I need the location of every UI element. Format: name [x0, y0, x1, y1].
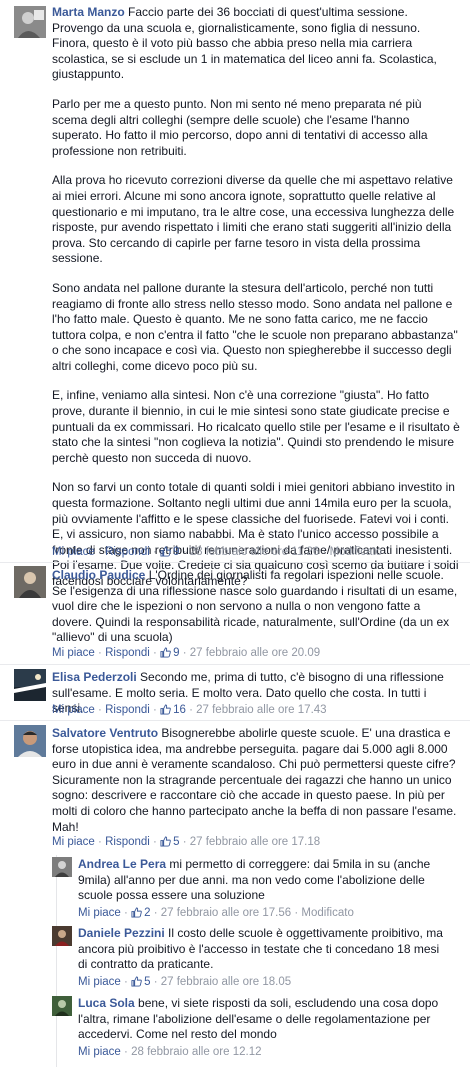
thumbs-up-icon — [160, 836, 171, 847]
comment-actions: Mi piace · Rispondi · 5 · 27 febbraio al… — [52, 836, 321, 848]
divider — [0, 664, 470, 665]
thumbs-up-icon — [131, 907, 142, 918]
timestamp[interactable]: 27 febbraio alle ore 17.43 — [196, 704, 326, 716]
comment-thread: Marta Manzo Faccio parte dei 36 bocciati… — [0, 0, 470, 1067]
author-name[interactable]: Salvatore Ventruto — [52, 726, 158, 740]
like-button[interactable]: Mi piace — [52, 647, 95, 659]
timestamp[interactable]: 27 febbraio alle ore 18.05 — [161, 976, 291, 988]
divider — [0, 562, 470, 563]
comment-actions: Mi piace · Rispondi · 9 · 28 febbraio al… — [52, 546, 382, 558]
thumbs-up-icon — [160, 704, 171, 715]
comment-paragraph: Salvatore Ventruto Bisognerebbe abolirle… — [52, 726, 460, 835]
avatar[interactable] — [52, 857, 72, 877]
like-button[interactable]: Mi piace — [78, 1046, 121, 1058]
like-count[interactable]: 9 — [160, 647, 179, 659]
comment-body: Salvatore Ventruto Bisognerebbe abolirle… — [52, 726, 460, 835]
like-button[interactable]: Mi piace — [78, 976, 121, 988]
divider — [0, 720, 470, 721]
comment-body: Claudio Paudice L'Ordine dei giornalisti… — [52, 568, 460, 646]
reply-button[interactable]: Rispondi — [105, 836, 150, 848]
reply-button[interactable]: Rispondi — [105, 704, 150, 716]
timestamp[interactable]: 28 febbraio alle ore 12.12 — [131, 1046, 261, 1058]
reply-paragraph: Luca Sola bene, vi siete risposti da sol… — [78, 996, 448, 1043]
reply-body: Andrea Le Pera mi permetto di correggere… — [78, 857, 448, 904]
author-name[interactable]: Claudio Paudice — [52, 568, 145, 582]
reply-button[interactable]: Rispondi — [105, 546, 150, 558]
comment-paragraph: Alla prova ho ricevuto correzioni divers… — [52, 173, 455, 266]
comment-actions: Mi piace · Rispondi · 9 · 27 febbraio al… — [52, 647, 321, 659]
avatar[interactable] — [14, 566, 46, 598]
reply-actions: Mi piace · 2 · 27 febbraio alle ore 17.5… — [78, 907, 354, 919]
reply-body: Luca Sola bene, vi siete risposti da sol… — [78, 996, 448, 1043]
comment-paragraph: E, infine, veniamo alla sintesi. Non c'è… — [52, 388, 460, 465]
author-name[interactable]: Andrea Le Pera — [78, 857, 166, 871]
like-count[interactable]: 16 — [160, 704, 186, 716]
thumbs-up-icon — [160, 546, 171, 557]
reply-button[interactable]: Rispondi — [105, 647, 150, 659]
author-name[interactable]: Daniele Pezzini — [78, 926, 165, 940]
reply-paragraph: Daniele Pezzini Il costo delle scuole è … — [78, 926, 448, 973]
like-button[interactable]: Mi piace — [52, 546, 95, 558]
comment-actions: Mi piace · Rispondi · 16 · 27 febbraio a… — [52, 704, 327, 716]
like-count[interactable]: 2 — [131, 907, 150, 919]
like-count[interactable]: 5 — [131, 976, 150, 988]
comment-paragraph: Claudio Paudice L'Ordine dei giornalisti… — [52, 568, 460, 646]
reply-thread-line — [56, 855, 57, 1067]
thumbs-up-icon — [131, 976, 142, 987]
like-button[interactable]: Mi piace — [78, 907, 121, 919]
like-button[interactable]: Mi piace — [52, 836, 95, 848]
avatar[interactable] — [14, 6, 46, 38]
author-name[interactable]: Elisa Pederzoli — [52, 670, 137, 684]
avatar[interactable] — [14, 725, 46, 757]
edited-label[interactable]: Modificato — [330, 546, 382, 558]
timestamp[interactable]: 27 febbraio alle ore 20.09 — [190, 647, 320, 659]
reply-actions: Mi piace · 5 · 27 febbraio alle ore 18.0… — [78, 976, 292, 988]
avatar[interactable] — [14, 669, 46, 701]
avatar[interactable] — [52, 996, 72, 1016]
timestamp[interactable]: 27 febbraio alle ore 17.56 — [161, 907, 291, 919]
like-count[interactable]: 5 — [160, 836, 179, 848]
comment-text: Bisognerebbe abolirle queste scuole. E' … — [52, 726, 457, 834]
comment-body: Marta Manzo Faccio parte dei 36 bocciati… — [52, 5, 460, 590]
thumbs-up-icon — [160, 647, 171, 658]
timestamp[interactable]: 28 febbraio alle ore 11.26 — [190, 546, 320, 558]
timestamp[interactable]: 27 febbraio alle ore 17.18 — [190, 836, 320, 848]
avatar[interactable] — [52, 926, 72, 946]
comment-paragraph: Parlo per me a questo punto. Non mi sent… — [52, 96, 428, 158]
like-count[interactable]: 9 — [160, 546, 179, 558]
comment-paragraph: Sono andata nel pallone durante la stesu… — [52, 280, 458, 373]
reply-actions: Mi piace · 28 febbraio alle ore 12.12 — [78, 1046, 262, 1058]
reply-body: Daniele Pezzini Il costo delle scuole è … — [78, 926, 448, 973]
author-name[interactable]: Luca Sola — [78, 996, 135, 1010]
like-button[interactable]: Mi piace — [52, 704, 95, 716]
reply-paragraph: Andrea Le Pera mi permetto di correggere… — [78, 857, 448, 904]
edited-label[interactable]: Modificato — [301, 907, 353, 919]
author-name[interactable]: Marta Manzo — [52, 5, 125, 19]
comment-paragraph: Marta Manzo Faccio parte dei 36 bocciati… — [52, 5, 460, 83]
